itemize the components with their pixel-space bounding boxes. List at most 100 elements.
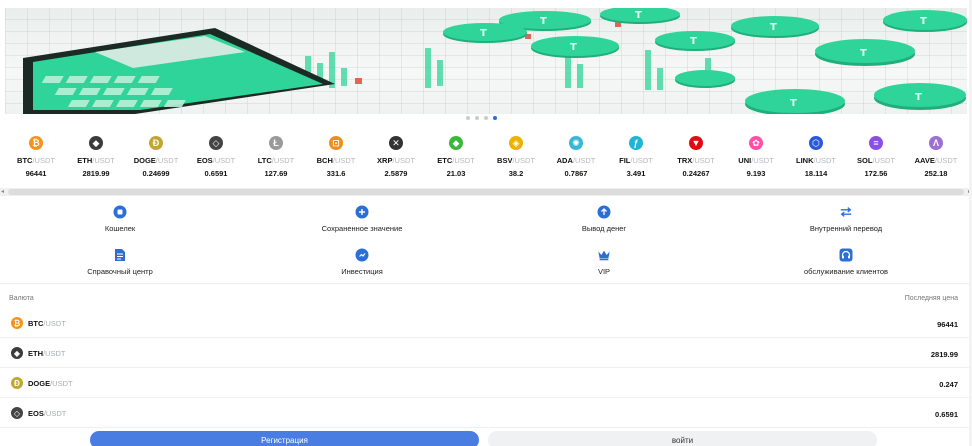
login-button[interactable]: войти xyxy=(488,431,877,446)
menu-wallet[interactable]: Кошелек xyxy=(20,205,220,233)
market-row[interactable]: Ð DOGE/USDT 0.247 xyxy=(0,368,972,398)
ticker-price: 0.24267 xyxy=(682,169,710,178)
ticker-quote: /USDT xyxy=(751,156,774,165)
ticker-item[interactable]: ⊡ BCH/USDT 331.6 xyxy=(306,136,366,186)
market-base: BTC xyxy=(28,319,44,328)
ticker-base: TRX xyxy=(677,156,693,165)
scroll-left-icon[interactable]: ◂ xyxy=(1,188,4,196)
carousel-dots[interactable] xyxy=(466,116,497,120)
svg-text:T: T xyxy=(635,10,642,21)
ticker-base: LTC xyxy=(257,156,272,165)
svg-text:T: T xyxy=(770,22,777,33)
ticker-quote: /USDT xyxy=(452,156,475,165)
scrollbar-thumb[interactable] xyxy=(8,189,964,195)
menu-help-center[interactable]: Справочный центр xyxy=(20,248,220,276)
market-quote: /USDT xyxy=(43,409,67,418)
carousel-dot[interactable] xyxy=(466,116,470,120)
market-price: 96441 xyxy=(937,320,958,329)
ticker-item[interactable]: ◆ ETH/USDT 2819.99 xyxy=(66,136,126,186)
ticker-item[interactable]: ◆ ETC/USDT 21.03 xyxy=(426,136,486,186)
bitcoin-icon: ₿ xyxy=(29,136,43,150)
register-button[interactable]: Регистрация xyxy=(90,431,479,446)
ticker-base: EOS xyxy=(196,156,213,165)
market-row[interactable]: ◇ EOS/USDT 0.6591 xyxy=(0,398,972,428)
ticker-item[interactable]: ◈ BSV/USDT 38.2 xyxy=(486,136,546,186)
ticker-item[interactable]: ₿ BTC/USDT 96441 xyxy=(6,136,66,186)
menu-investment[interactable]: Инвестиция xyxy=(262,248,462,276)
ticker-price: 172.56 xyxy=(864,169,888,178)
xrp-icon: ✕ xyxy=(389,136,403,150)
ticker-pair: SOL/USDT xyxy=(857,156,895,165)
ticker-item[interactable]: ✿ UNI/USDT 9.193 xyxy=(726,136,786,186)
ticker-pair: ETC/USDT xyxy=(437,156,475,165)
ethereum-classic-icon: ◆ xyxy=(449,136,463,150)
svg-text:T: T xyxy=(480,28,487,39)
market-header: Валюта Последняя цена xyxy=(0,292,972,308)
ticker-quote: /USDT xyxy=(32,156,55,165)
ticker-item[interactable]: Ð DOGE/USDT 0.24699 xyxy=(126,136,186,186)
ticker-item[interactable]: ◇ EOS/USDT 0.6591 xyxy=(186,136,246,186)
headset-icon xyxy=(839,248,853,262)
carousel-dot[interactable] xyxy=(484,116,488,120)
ticker-quote: /USDT xyxy=(512,156,535,165)
ticker-base: BCH xyxy=(316,156,333,165)
ticker-price: 3.491 xyxy=(626,169,646,178)
ticker-base: LINK xyxy=(796,156,814,165)
document-icon xyxy=(113,248,127,262)
market-row[interactable]: ◆ ETH/USDT 2819.99 xyxy=(0,338,972,368)
ticker-price: 18.114 xyxy=(804,169,828,178)
horizontal-scrollbar[interactable]: ◂ ▸ xyxy=(0,188,972,196)
dogecoin-icon: Ð xyxy=(149,136,163,150)
menu-internal-transfer-label: Внутренний перевод xyxy=(809,224,883,233)
ticker-price: 38.2 xyxy=(508,169,524,178)
menu-vip[interactable]: VIP xyxy=(504,248,704,276)
ticker-item[interactable]: ⬡ LINK/USDT 18.114 xyxy=(786,136,846,186)
crown-icon xyxy=(597,248,611,262)
svg-text:T: T xyxy=(690,36,697,47)
ticker-quote: /USDT xyxy=(934,156,958,165)
ticker-item[interactable]: ✺ ADA/USDT 0.7867 xyxy=(546,136,606,186)
menu-investment-label: Инвестиция xyxy=(341,267,383,276)
ticker-item[interactable]: ✕ XRP/USDT 2.5879 xyxy=(366,136,426,186)
quick-menu: Кошелек Сохраненное значение Вывод денег… xyxy=(0,200,972,282)
market-price: 0.6591 xyxy=(935,410,958,419)
menu-customer-service[interactable]: обслуживание клиентов xyxy=(746,248,946,276)
ticker-strip: ₿ BTC/USDT 96441 ◆ ETH/USDT 2819.99 Ð DOGE/USDT… xyxy=(0,136,972,186)
menu-withdraw[interactable]: Вывод денег xyxy=(504,205,704,233)
ticker-item[interactable]: Ł LTC/USDT 127.69 xyxy=(246,136,306,186)
ticker-pair: TRX/USDT xyxy=(677,156,715,165)
ticker-price: 9.193 xyxy=(746,169,766,178)
ticker-price: 0.24699 xyxy=(142,169,170,178)
market-pair: EOS/USDT xyxy=(28,409,66,418)
ticker-item[interactable]: ▼ TRX/USDT 0.24267 xyxy=(666,136,726,186)
promo-banner[interactable]: T T T T T T T T T T xyxy=(5,8,967,114)
carousel-dot[interactable] xyxy=(475,116,479,120)
menu-internal-transfer[interactable]: Внутренний перевод xyxy=(746,205,946,233)
market-quote: /USDT xyxy=(43,319,66,328)
eos-icon: ◇ xyxy=(11,407,23,419)
ticker-quote: /USDT xyxy=(872,156,895,165)
menu-withdraw-label: Вывод денег xyxy=(581,224,627,233)
ticker-price: 2819.99 xyxy=(82,169,110,178)
menu-help-center-label: Справочный центр xyxy=(87,267,153,276)
market-quote: /USDT xyxy=(43,349,66,358)
ticker-quote: /USDT xyxy=(630,156,653,165)
menu-saved-value[interactable]: Сохраненное значение xyxy=(262,205,462,233)
uniswap-icon: ✿ xyxy=(749,136,763,150)
ticker-item[interactable]: ƒ FIL/USDT 3.491 xyxy=(606,136,666,186)
plus-icon xyxy=(355,205,369,219)
ticker-price: 96441 xyxy=(25,169,47,178)
ticker-price: 127.69 xyxy=(264,169,288,178)
market-base: DOGE xyxy=(28,379,51,388)
ticker-base: UNI xyxy=(738,156,752,165)
ticker-item[interactable]: ≡ SOL/USDT 172.56 xyxy=(846,136,906,186)
market-row[interactable]: ₿ BTC/USDT 96441 xyxy=(0,308,972,338)
ticker-base: BTC xyxy=(17,156,33,165)
arrow-up-icon xyxy=(597,205,611,219)
carousel-dot[interactable] xyxy=(493,116,497,120)
ticker-item[interactable]: Λ AAVE/USDT 252.18 xyxy=(906,136,966,186)
market-base: ETH xyxy=(28,349,43,358)
ethereum-icon: ◆ xyxy=(11,347,23,359)
market-pair: DOGE/USDT xyxy=(28,379,73,388)
ticker-pair: BCH/USDT xyxy=(317,156,356,165)
